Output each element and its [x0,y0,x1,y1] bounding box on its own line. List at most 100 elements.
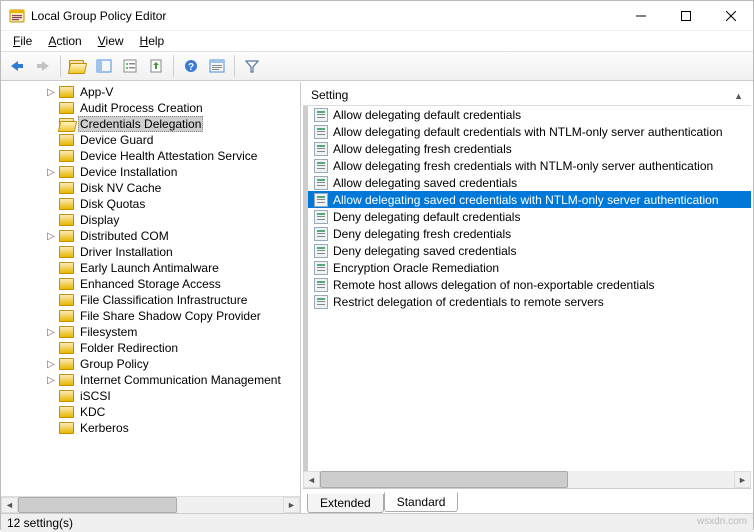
tree-item[interactable]: Display [59,212,300,228]
tree-item-label: App-V [78,85,115,99]
help-button[interactable]: ? [179,54,203,78]
tree-item[interactable]: Disk Quotas [59,196,300,212]
list-item-label: Deny delegating fresh credentials [333,227,511,241]
filter-options-button[interactable] [205,54,229,78]
list-item-label: Encryption Oracle Remediation [333,261,499,275]
expand-icon[interactable]: ▷ [45,327,57,338]
policy-icon [314,142,328,156]
folder-icon [59,326,74,338]
tree-item[interactable]: File Classification Infrastructure [59,292,300,308]
tree-item[interactable]: Audit Process Creation [59,100,300,116]
tree-item-label: Disk NV Cache [78,181,163,195]
list-item[interactable]: Allow delegating default credentials [308,106,751,123]
tree-view[interactable]: ▷App-VAudit Process CreationCredentials … [1,84,300,496]
tree-item[interactable]: ▷Distributed COM [59,228,300,244]
menu-file[interactable]: File [9,33,36,49]
maximize-button[interactable] [663,1,708,30]
export-list-button[interactable] [144,54,168,78]
up-level-button[interactable] [66,54,90,78]
tree-item[interactable]: ▷App-V [59,84,300,100]
list-item[interactable]: Deny delegating saved credentials [308,242,751,259]
folder-icon [59,102,74,114]
settings-list[interactable]: Allow delegating default credentialsAllo… [303,106,751,471]
list-item[interactable]: Remote host allows delegation of non-exp… [308,276,751,293]
tree-item[interactable]: Kerberos [59,420,300,436]
policy-icon [314,227,328,241]
list-item[interactable]: Allow delegating saved credentials [308,174,751,191]
expand-icon[interactable]: ▷ [45,359,57,370]
minimize-button[interactable] [618,1,663,30]
folder-icon [59,390,74,402]
tree-item[interactable]: Device Guard [59,132,300,148]
folder-icon [59,358,74,370]
tree-item-label: Display [78,213,121,227]
expand-icon[interactable]: ▷ [45,375,57,386]
tree-item-label: Filesystem [78,325,139,339]
tree-item[interactable]: Early Launch Antimalware [59,260,300,276]
folder-icon [59,86,74,98]
scrollbar-thumb[interactable] [18,497,177,513]
tree-item[interactable]: ▷Group Policy [59,356,300,372]
back-button[interactable] [5,54,29,78]
tree-item[interactable]: iSCSI [59,388,300,404]
tree-item-label: Distributed COM [78,229,171,243]
tree-item-label: Disk Quotas [78,197,147,211]
policy-icon [314,176,328,190]
expand-icon[interactable]: ▷ [45,167,57,178]
tree-item-label: Device Health Attestation Service [78,149,259,163]
scroll-right-icon[interactable]: ► [283,497,300,513]
list-item[interactable]: Deny delegating default credentials [308,208,751,225]
tree-item-label: Kerberos [78,421,131,435]
list-item[interactable]: Allow delegating fresh credentials [308,140,751,157]
menu-bar: File Action View Help [1,31,753,51]
scroll-left-icon[interactable]: ◄ [303,471,320,488]
folder-open-icon [69,60,84,72]
tree-item[interactable]: Device Health Attestation Service [59,148,300,164]
toolbar: ? [1,51,753,81]
list-item[interactable]: Allow delegating default credentials wit… [308,123,751,140]
tab-standard[interactable]: Standard [384,492,459,512]
tree-item[interactable]: Credentials Delegation [59,116,300,132]
column-header-setting[interactable]: Setting ▲ [303,88,751,102]
tree-item[interactable]: Driver Installation [59,244,300,260]
properties-button[interactable] [118,54,142,78]
column-header-row[interactable]: Setting ▲ [303,84,751,106]
tree-item[interactable]: Enhanced Storage Access [59,276,300,292]
menu-action[interactable]: Action [44,33,85,49]
policy-icon [314,159,328,173]
list-item[interactable]: Encryption Oracle Remediation [308,259,751,276]
tree-item-label: KDC [78,405,107,419]
policy-icon [314,261,328,275]
tree-item[interactable]: Disk NV Cache [59,180,300,196]
list-item[interactable]: Deny delegating fresh credentials [308,225,751,242]
tab-extended[interactable]: Extended [307,494,384,513]
column-header-label: Setting [311,88,348,102]
close-button[interactable] [708,1,753,30]
scroll-right-icon[interactable]: ► [734,471,751,488]
tree-item[interactable]: File Share Shadow Copy Provider [59,308,300,324]
tree-horizontal-scrollbar[interactable]: ◄ ► [1,496,300,513]
window-title: Local Group Policy Editor [31,9,166,23]
forward-button[interactable] [31,54,55,78]
tree-item[interactable]: Folder Redirection [59,340,300,356]
menu-help[interactable]: Help [136,33,169,49]
list-item[interactable]: Allow delegating saved credentials with … [308,191,751,208]
tree-item[interactable]: KDC [59,404,300,420]
expand-icon[interactable]: ▷ [45,87,57,98]
expand-icon[interactable]: ▷ [45,231,57,242]
folder-icon [59,166,74,178]
scroll-left-icon[interactable]: ◄ [1,497,18,513]
tree-item[interactable]: ▷Internet Communication Management [59,372,300,388]
menu-view[interactable]: View [94,33,128,49]
list-item[interactable]: Restrict delegation of credentials to re… [308,293,751,310]
policy-icon [314,210,328,224]
tree-item[interactable]: ▷Device Installation [59,164,300,180]
details-pane: Setting ▲ Allow delegating default crede… [301,82,753,513]
filter-button[interactable] [240,54,264,78]
scrollbar-thumb[interactable] [320,471,568,488]
list-horizontal-scrollbar[interactable]: ◄ ► [303,471,751,488]
list-item[interactable]: Allow delegating fresh credentials with … [308,157,751,174]
show-hide-tree-button[interactable] [92,54,116,78]
tree-item[interactable]: ▷Filesystem [59,324,300,340]
tree-item-label: File Share Shadow Copy Provider [78,309,263,323]
